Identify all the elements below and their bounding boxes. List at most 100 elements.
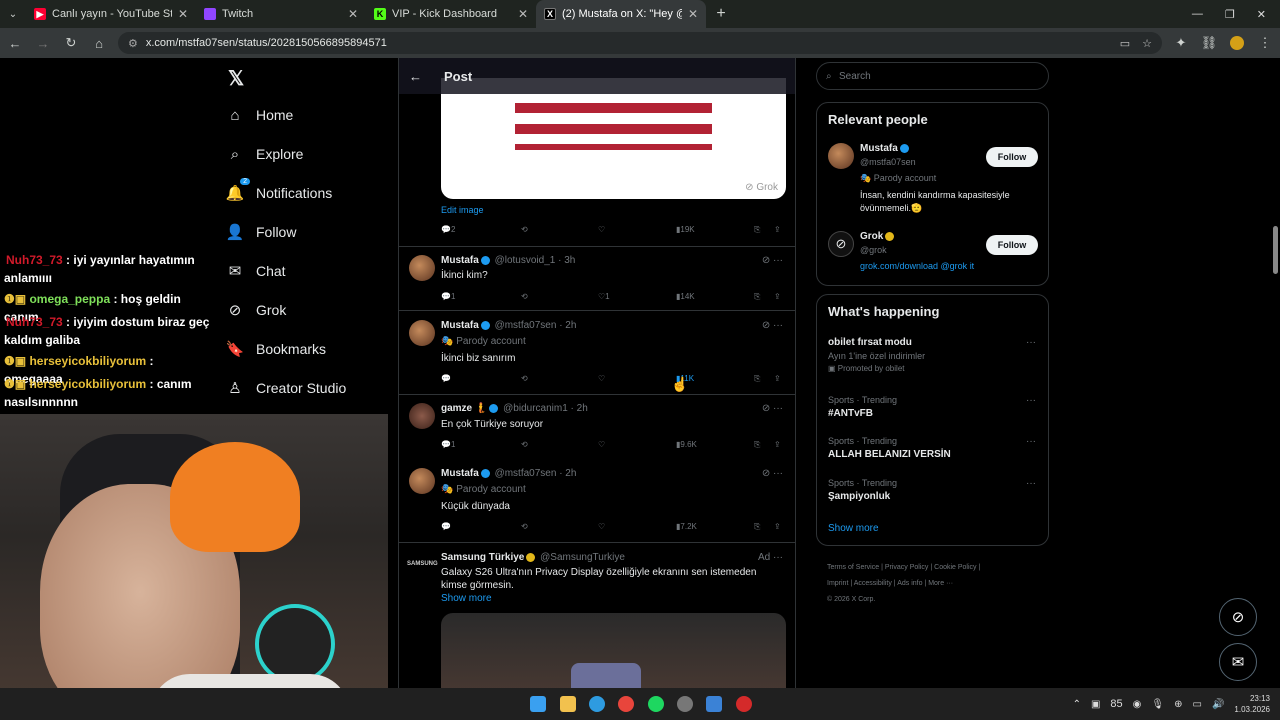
- share-icon[interactable]: ⇪: [774, 225, 781, 234]
- edit-image-link[interactable]: Edit image: [441, 205, 484, 215]
- share-icon[interactable]: ⇪: [774, 440, 781, 449]
- like-icon[interactable]: ♡: [598, 374, 605, 383]
- avatar[interactable]: [828, 143, 854, 169]
- more-icon[interactable]: ···: [1026, 337, 1036, 348]
- like-icon[interactable]: ♡: [598, 440, 605, 449]
- more-icon[interactable]: ···: [1026, 395, 1036, 406]
- repost-icon[interactable]: ⟲: [521, 225, 528, 234]
- spotify-icon[interactable]: [648, 696, 664, 712]
- messages-fab-icon[interactable]: ✉: [1219, 643, 1257, 681]
- bookmark-icon[interactable]: ⎘: [754, 292, 760, 302]
- bookmark-icon[interactable]: ⎘: [754, 225, 760, 235]
- trend-item[interactable]: Sports · Trending Şampiyonluk: [828, 478, 897, 502]
- nav-notifications[interactable]: 🔔 2 Notifications: [226, 178, 332, 202]
- person-name[interactable]: Mustafa: [860, 143, 911, 154]
- like-icon[interactable]: ♡ 1: [598, 292, 610, 301]
- bookmark-icon[interactable]: ⎘: [754, 440, 760, 450]
- tray-app-icon[interactable]: ▣: [1091, 699, 1100, 710]
- ad-tag[interactable]: Ad ···: [758, 552, 783, 563]
- close-icon[interactable]: ✕: [348, 7, 358, 21]
- nav-home[interactable]: ⌂ Home: [226, 106, 293, 124]
- views-icon[interactable]: ▮ 14K: [676, 292, 695, 301]
- footer-link[interactable]: Imprint: [827, 580, 848, 587]
- avatar[interactable]: [409, 403, 435, 429]
- close-icon[interactable]: ✕: [518, 7, 528, 21]
- scrollbar-thumb[interactable]: [1273, 226, 1278, 274]
- mic-icon[interactable]: 🎙: [1151, 699, 1164, 710]
- page-scrollbar[interactable]: [1270, 58, 1280, 688]
- reply-icon[interactable]: 💬: [441, 522, 451, 531]
- chrome-icon[interactable]: [618, 696, 634, 712]
- avatar[interactable]: [409, 255, 435, 281]
- follow-button[interactable]: Follow: [986, 147, 1038, 167]
- reply-icon[interactable]: 💬 1: [441, 440, 455, 449]
- grok-icon[interactable]: ⊘: [828, 231, 854, 257]
- edge-icon[interactable]: [589, 696, 605, 712]
- bookmark-star-icon[interactable]: ☆: [1142, 37, 1152, 50]
- extensions-icon[interactable]: ✦: [1172, 34, 1190, 52]
- nav-follow[interactable]: 👤 Follow: [226, 223, 297, 241]
- minimize-icon[interactable]: —: [1192, 8, 1203, 20]
- repost-icon[interactable]: ⟲: [521, 292, 528, 301]
- more-icon[interactable]: ···: [1026, 436, 1036, 447]
- reply-icon[interactable]: 💬 1: [441, 292, 455, 301]
- security-icon[interactable]: [706, 696, 722, 712]
- avatar[interactable]: [409, 320, 435, 346]
- more-icon[interactable]: ⊘ ···: [762, 468, 783, 479]
- show-more-link[interactable]: Show more: [441, 593, 492, 604]
- grok-fab-icon[interactable]: ⊘: [1219, 598, 1257, 636]
- trend-item[interactable]: Sports · Trending #ANTvFB: [828, 395, 897, 419]
- reply-icon[interactable]: 💬 2: [441, 225, 455, 234]
- cast-icon[interactable]: ▭: [1120, 37, 1130, 50]
- network-icon[interactable]: ⊕: [1174, 699, 1182, 710]
- tab-search-chevron-icon[interactable]: ⌄: [4, 5, 22, 23]
- views-icon[interactable]: ▮ 19K: [676, 225, 695, 234]
- close-icon[interactable]: ✕: [688, 7, 698, 21]
- reload-icon[interactable]: ↻: [62, 34, 80, 52]
- nav-bookmarks[interactable]: 🔖 Bookmarks: [226, 340, 326, 358]
- app-icon[interactable]: [736, 696, 752, 712]
- nav-explore[interactable]: ⌕ Explore: [226, 145, 304, 163]
- nav-chat[interactable]: ✉ Chat: [226, 262, 286, 280]
- clock[interactable]: 23:13 1.03.2026: [1234, 693, 1270, 715]
- volume-icon[interactable]: 🔊: [1212, 699, 1224, 710]
- browser-tab-active[interactable]: X (2) Mustafa on X: "Hey @grok s ✕: [536, 0, 706, 28]
- back-icon[interactable]: ←: [6, 34, 24, 52]
- bookmark-icon[interactable]: ⎘: [754, 374, 760, 384]
- like-icon[interactable]: ♡: [598, 522, 605, 531]
- views-icon[interactable]: ▮ 9.6K: [676, 440, 697, 449]
- browser-tab[interactable]: Twitch ✕: [196, 0, 366, 28]
- address-bar[interactable]: ⚙ x.com/mstfa07sen/status/20281505668958…: [118, 32, 1162, 54]
- start-icon[interactable]: [530, 696, 546, 712]
- restore-icon[interactable]: ❐: [1225, 8, 1235, 21]
- ad-author[interactable]: Samsung Türkiye: [441, 552, 524, 563]
- monitor-icon[interactable]: ▭: [1193, 699, 1202, 710]
- obs-icon[interactable]: [677, 696, 693, 712]
- author-name[interactable]: gamze: [441, 403, 472, 414]
- share-icon[interactable]: ⇪: [774, 374, 781, 383]
- browser-tab[interactable]: K VIP - Kick Dashboard ✕: [366, 0, 536, 28]
- profile-avatar[interactable]: [1228, 34, 1246, 52]
- bookmark-icon[interactable]: ⎘: [754, 522, 760, 532]
- footer-link[interactable]: Ads info: [897, 580, 922, 587]
- window-close-icon[interactable]: ✕: [1257, 8, 1266, 21]
- repost-icon[interactable]: ⟲: [521, 440, 528, 449]
- share-icon[interactable]: ⇪: [774, 522, 781, 531]
- file-explorer-icon[interactable]: [560, 696, 576, 712]
- follow-button[interactable]: Follow: [986, 235, 1038, 255]
- ad-image[interactable]: [441, 613, 786, 688]
- person-name[interactable]: Grok: [860, 231, 896, 242]
- site-info-icon[interactable]: ⚙: [128, 37, 138, 50]
- x-logo-icon[interactable]: 𝕏: [228, 66, 244, 91]
- menu-icon[interactable]: ⋮: [1256, 34, 1274, 52]
- home-icon[interactable]: ⌂: [90, 34, 108, 52]
- browser-tab[interactable]: ▶ Canlı yayın - YouTube Studio ✕: [26, 0, 196, 28]
- nav-grok[interactable]: ⊘ Grok: [226, 301, 287, 319]
- chevron-up-icon[interactable]: ⌃: [1073, 699, 1081, 710]
- footer-link[interactable]: Cookie Policy: [934, 564, 976, 571]
- repost-icon[interactable]: ⟲: [521, 374, 528, 383]
- trend-item[interactable]: Sports · Trending ALLAH BELANIZI VERSİN: [828, 436, 951, 460]
- author-name[interactable]: Mustafa: [441, 320, 479, 331]
- link-icon[interactable]: ⛓: [1200, 34, 1218, 52]
- like-icon[interactable]: ♡: [598, 225, 605, 234]
